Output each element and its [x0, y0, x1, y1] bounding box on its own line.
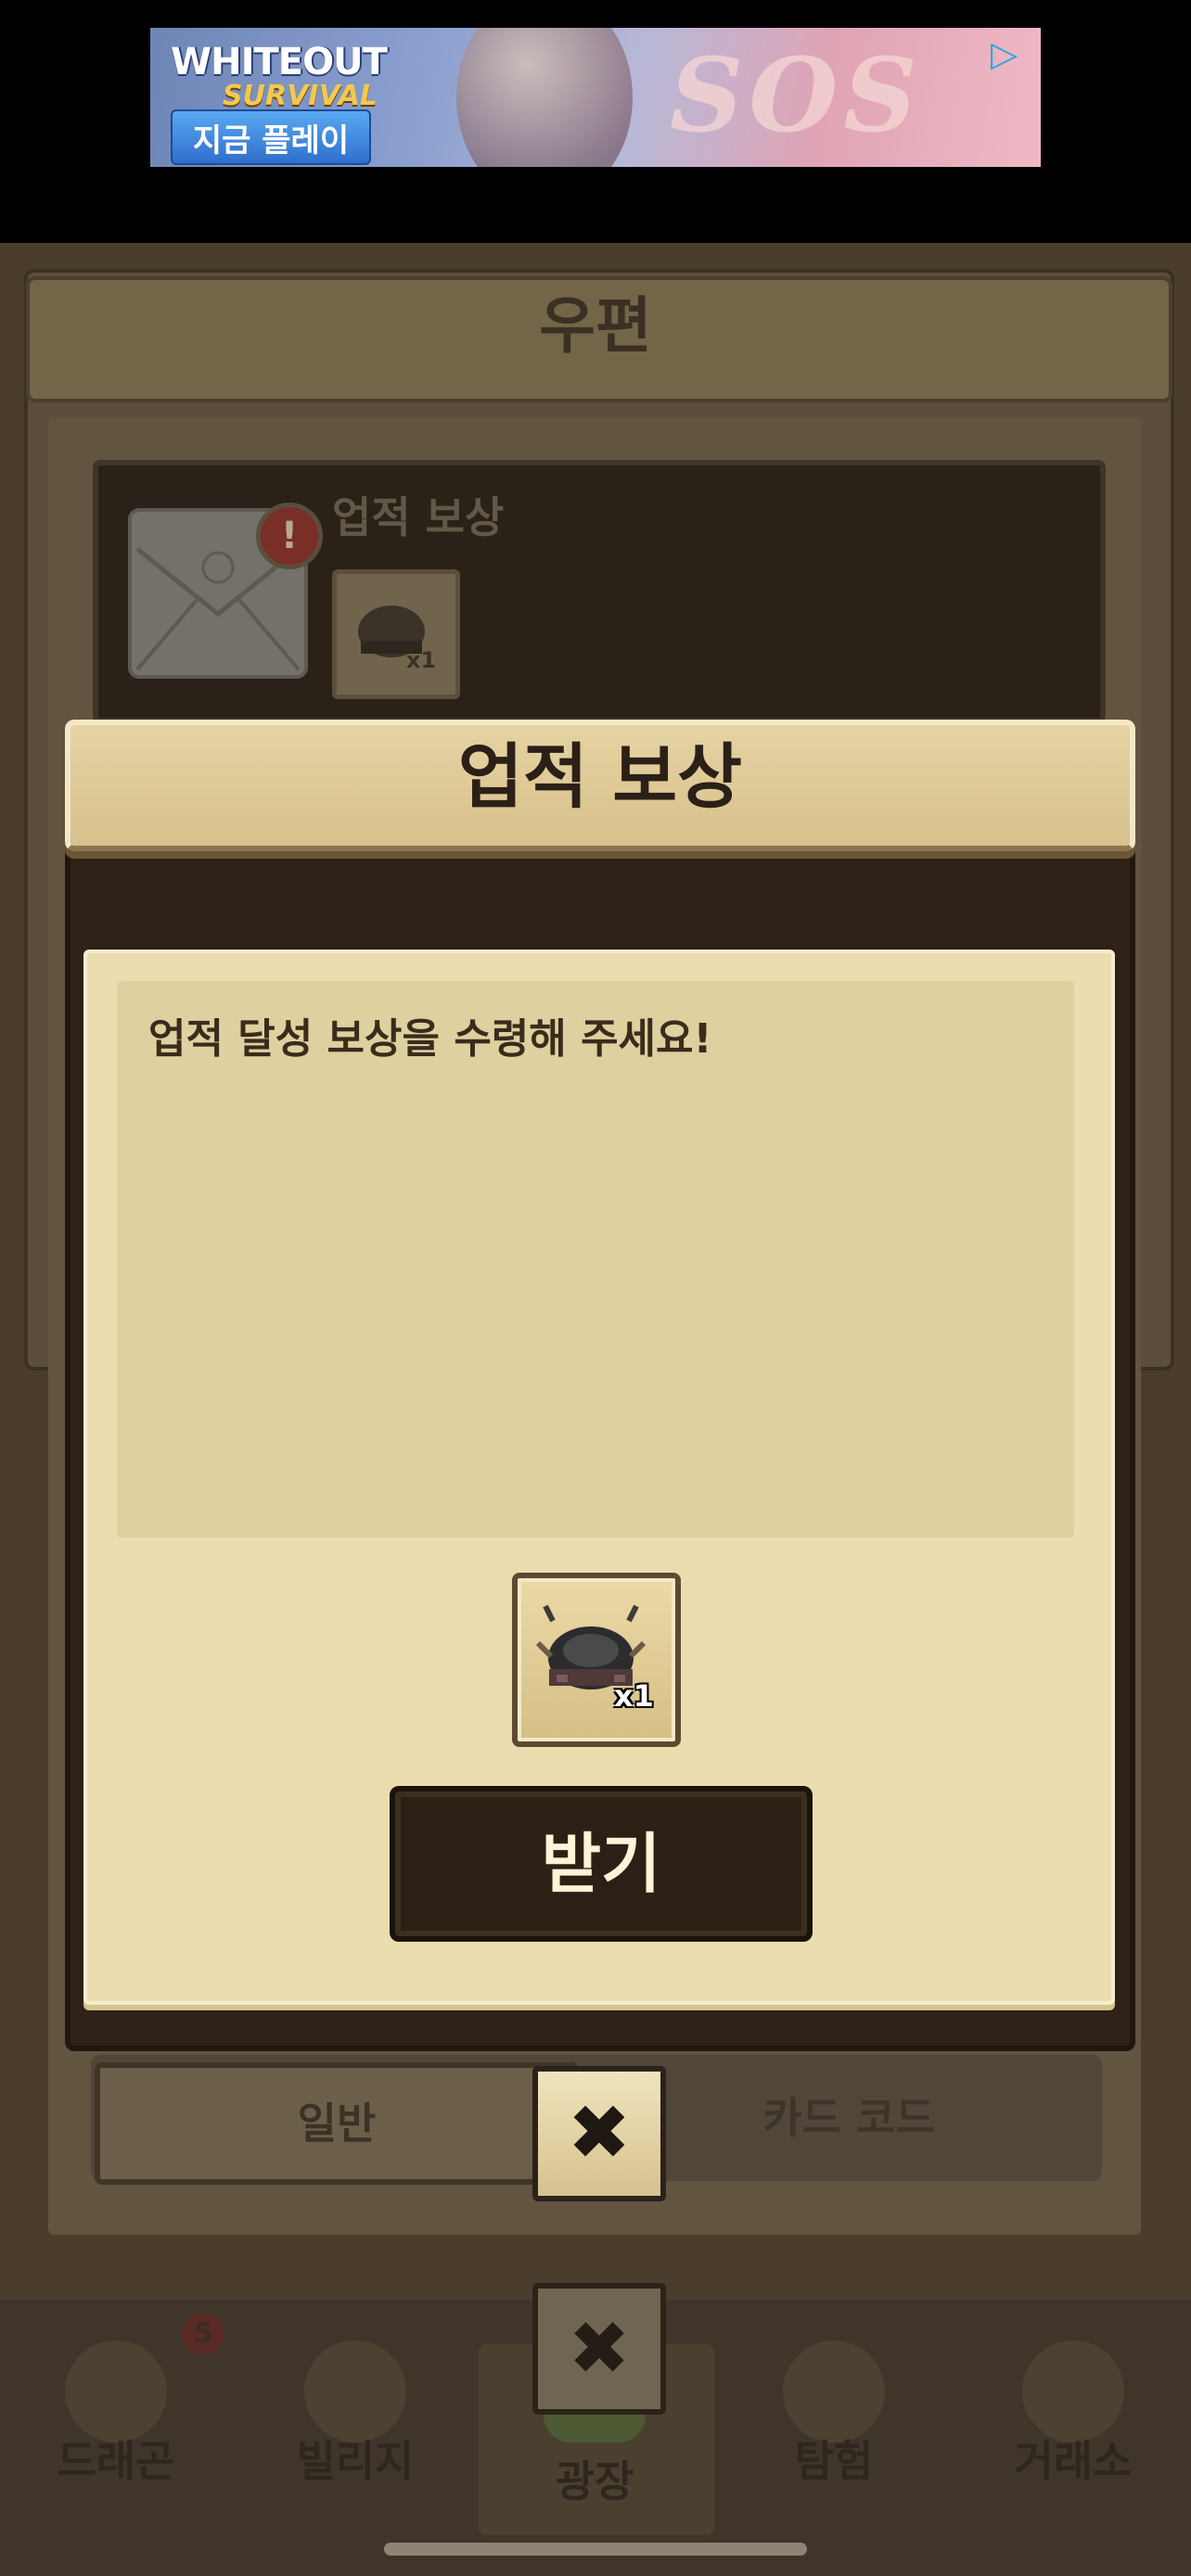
ad-logo-line2: SURVIVAL: [223, 80, 378, 112]
close-dialog-button[interactable]: ✖: [532, 2066, 666, 2201]
mail-item-reward-helmet-icon: [332, 569, 460, 699]
nav-exchange[interactable]: 거래소: [957, 2300, 1189, 2531]
ad-choices-icon[interactable]: ▷: [991, 35, 1028, 72]
ad-balloon-image: [456, 28, 633, 167]
reward-item-helmet-icon[interactable]: [512, 1573, 681, 1747]
reward-item-qty: x1: [614, 1678, 654, 1714]
alert-icon: !: [256, 503, 323, 569]
message-text: 업적 달성 보상을 수령해 주세요!: [148, 1015, 712, 1063]
close-mail-button[interactable]: ✖: [532, 2283, 666, 2415]
nav-explore[interactable]: 탐험: [718, 2300, 950, 2531]
ad-banner[interactable]: SOS WHITEOUT SURVIVAL 지금 플레이 ▷: [150, 28, 1041, 167]
ad-logo-line1: WHITEOUT: [171, 41, 388, 83]
nav-plaza-label: 광장: [555, 2456, 634, 2506]
reward-dialog-title: 업적 보상: [457, 735, 743, 818]
nav-exchange-label: 거래소: [1014, 2436, 1133, 2486]
message-box: [117, 981, 1074, 1537]
mail-item-reward-qty: x1: [406, 647, 437, 673]
ad-sos-text: SOS: [670, 35, 923, 155]
mail-item-title: 업적 보상: [332, 492, 505, 542]
nav-dragon-badge: 5: [182, 2313, 224, 2355]
ad-play-button[interactable]: 지금 플레이: [171, 109, 371, 165]
tab-general[interactable]: 일반: [95, 2062, 579, 2185]
nav-explore-label: 탐험: [794, 2436, 874, 2486]
mail-title: 우편: [539, 290, 652, 362]
receive-button[interactable]: 받기: [390, 1786, 813, 1942]
home-indicator[interactable]: [384, 2543, 807, 2556]
tab-card-code[interactable]: 카드 코드: [594, 2062, 1104, 2174]
nav-village[interactable]: 빌리지: [239, 2300, 471, 2531]
nav-village-label: 빌리지: [296, 2436, 415, 2486]
nav-dragon-label: 드래곤: [57, 2436, 175, 2486]
